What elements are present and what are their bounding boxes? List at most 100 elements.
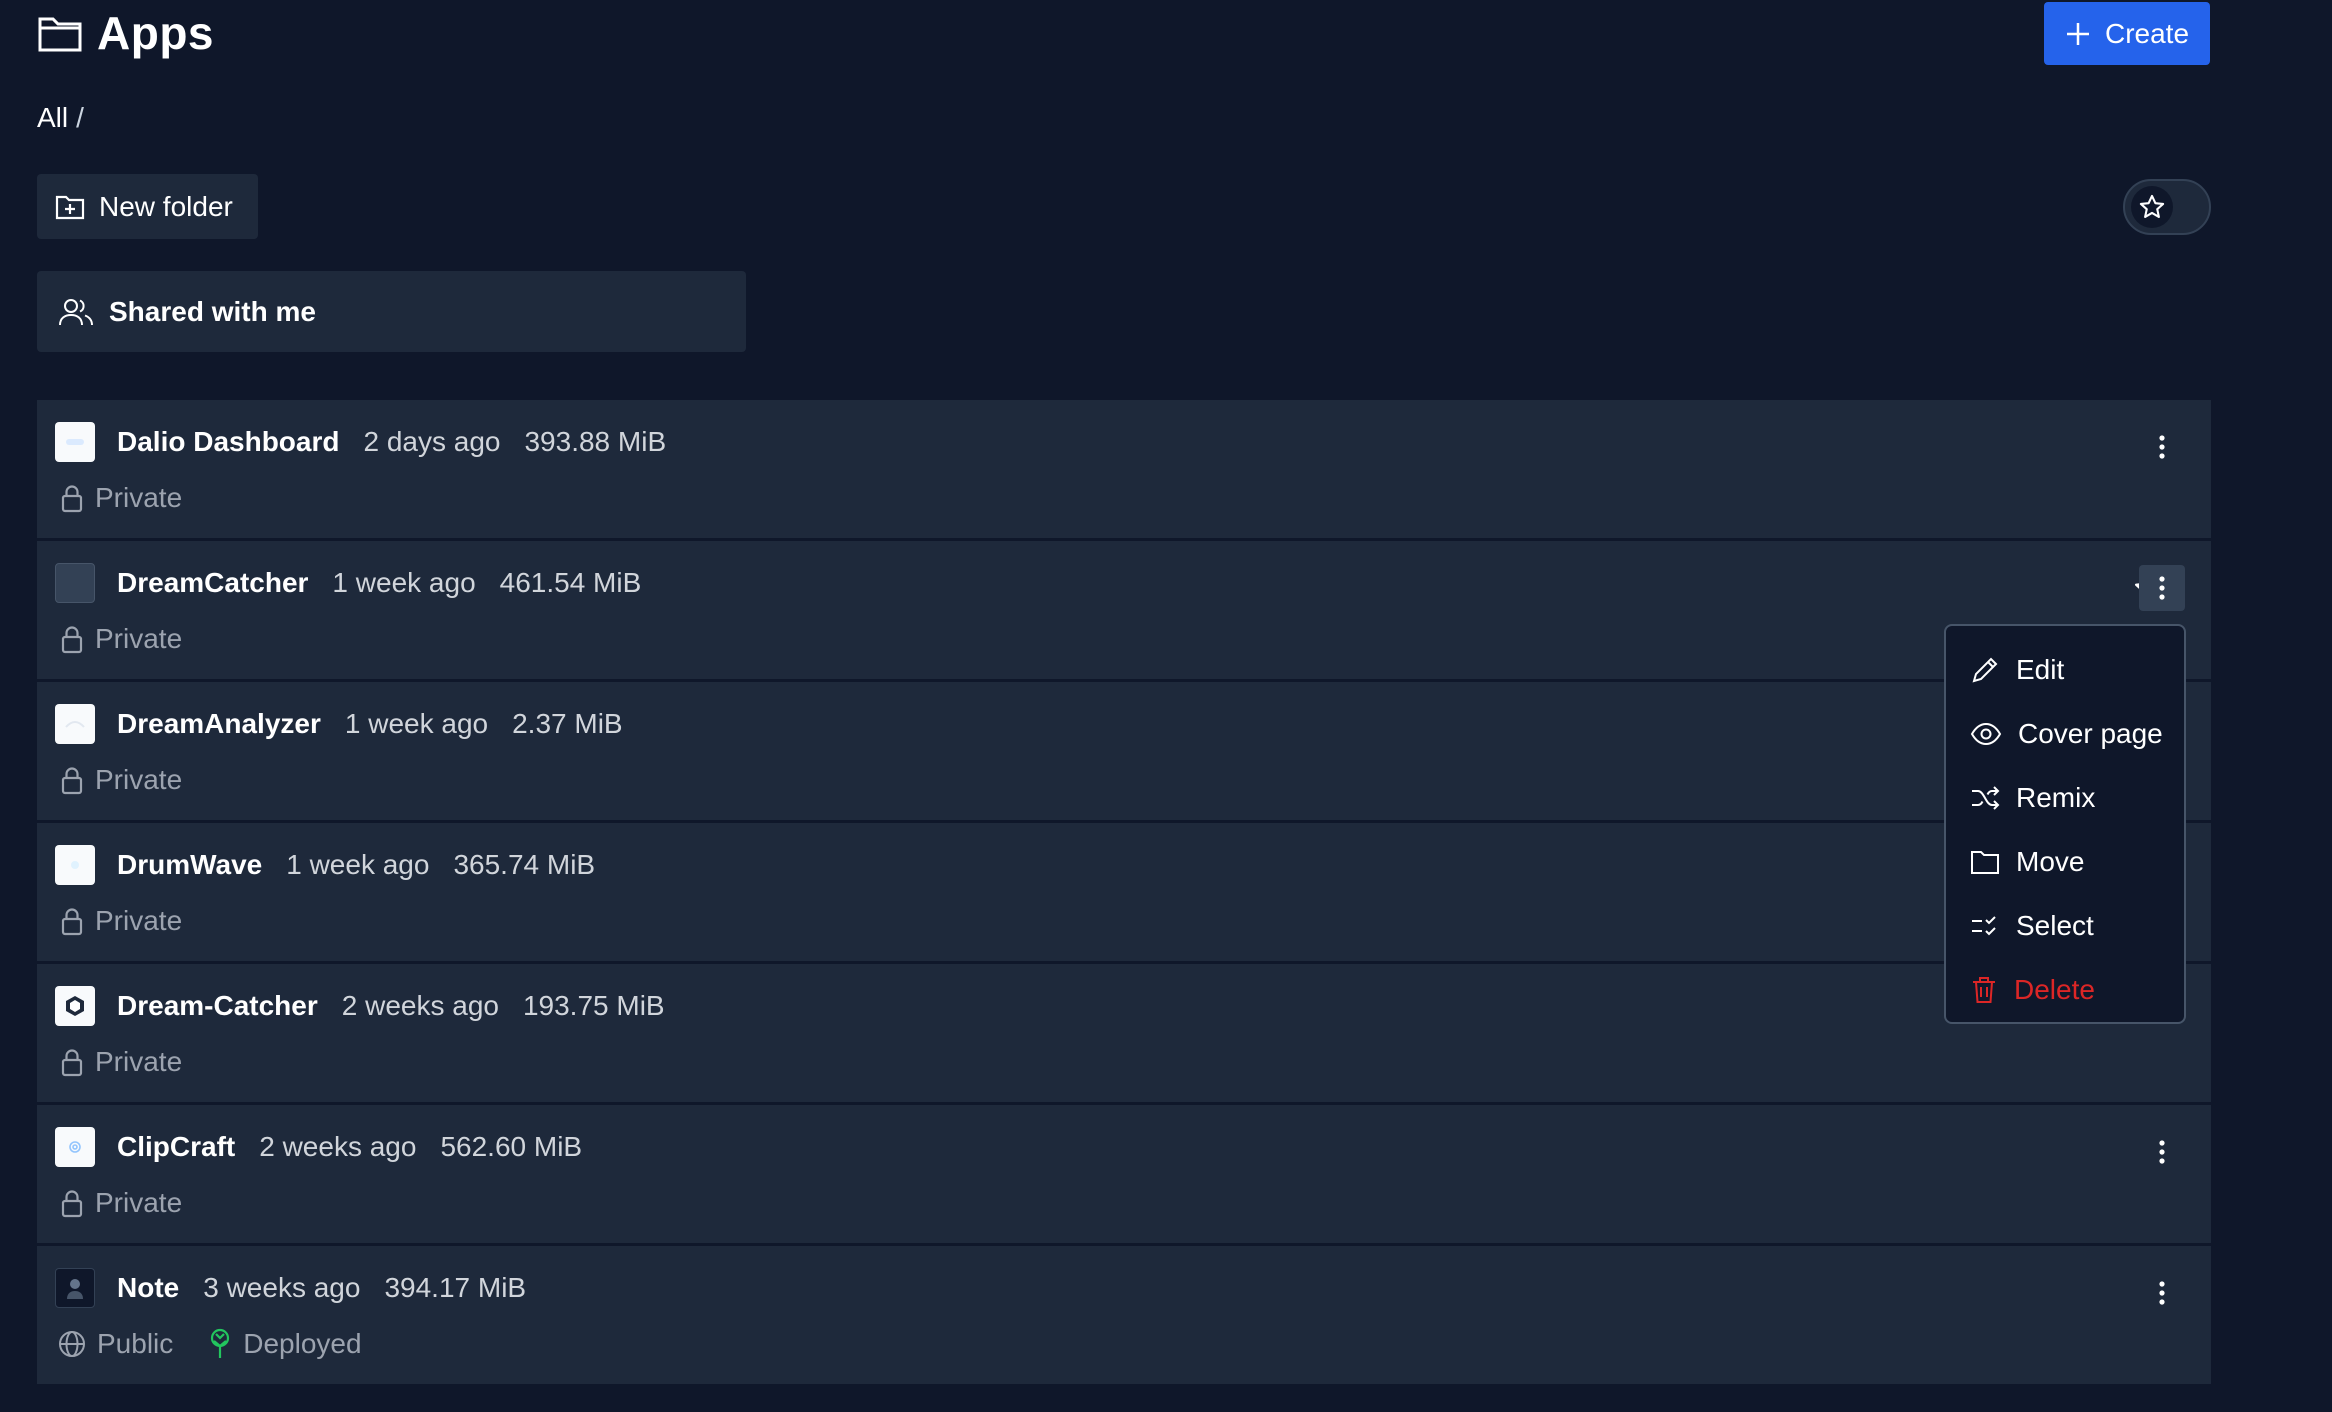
app-row[interactable]: ClipCraft 2 weeks ago 562.60 MiB Private: [37, 1105, 2211, 1246]
menu-item-label: Move: [2016, 846, 2085, 877]
visibility-label: Private: [95, 764, 183, 795]
app-size: 2.37 MiB: [512, 708, 623, 739]
app-row[interactable]: DreamAnalyzer 1 week ago 2.37 MiB Privat…: [37, 682, 2211, 823]
app-row-header: ClipCraft 2 weeks ago 562.60 MiB: [55, 1127, 582, 1167]
menu-item-cover-page[interactable]: Cover page: [1946, 702, 2184, 766]
app-size: 394.17 MiB: [384, 1272, 527, 1303]
app-size: 193.75 MiB: [522, 990, 665, 1021]
list-check-icon: [1970, 911, 2000, 941]
lock-icon: [59, 483, 85, 513]
app-visibility: Private: [59, 1046, 182, 1078]
app-row-header: Note 3 weeks ago 394.17 MiB: [55, 1268, 526, 1308]
visibility-label: Private: [95, 482, 183, 513]
visibility-label: Private: [95, 1046, 183, 1077]
app-thumbnail: [55, 422, 95, 462]
visibility-label: Private: [95, 623, 183, 654]
folder-icon: [1970, 848, 2000, 876]
app-updated: 1 week ago: [286, 849, 430, 880]
app-updated: 2 weeks ago: [341, 990, 499, 1021]
app-thumbnail: [55, 986, 95, 1026]
shared-with-me-label: Shared with me: [109, 295, 316, 327]
app-size: 365.74 MiB: [453, 849, 596, 880]
app-name[interactable]: DrumWave: [117, 849, 262, 881]
breadcrumb: All /: [37, 102, 84, 134]
app-size: 393.88 MiB: [524, 426, 667, 457]
menu-item-label: Select: [2016, 910, 2094, 941]
lock-icon: [59, 765, 85, 795]
app-name[interactable]: ClipCraft: [117, 1131, 235, 1163]
app-updated: 2 days ago: [363, 426, 501, 457]
trash-icon: [1970, 975, 1998, 1005]
app-size: 562.60 MiB: [440, 1131, 583, 1162]
app-thumbnail: [55, 845, 95, 885]
app-name[interactable]: Dream-Catcher: [117, 990, 318, 1022]
app-row-header: Dream-Catcher 2 weeks ago 193.75 MiB: [55, 986, 665, 1026]
menu-item-edit[interactable]: Edit: [1946, 638, 2184, 702]
app-context-menu: Edit Cover page Remix Move Select Delete: [1944, 624, 2186, 1024]
create-button[interactable]: Create: [2044, 2, 2210, 65]
app-updated: 2 weeks ago: [259, 1131, 417, 1162]
menu-item-label: Cover page: [2018, 718, 2163, 749]
app-thumbnail: [55, 1268, 95, 1308]
app-name[interactable]: Dalio Dashboard: [117, 426, 339, 458]
app-size: 461.54 MiB: [499, 567, 642, 598]
app-list: Dalio Dashboard 2 days ago 393.88 MiB Pr…: [37, 400, 2211, 1387]
lock-icon: [59, 906, 85, 936]
app-updated: 1 week ago: [344, 708, 489, 739]
breadcrumb-all[interactable]: All: [37, 102, 68, 134]
folder-plus-icon: [55, 193, 85, 221]
visibility-label: Private: [95, 1187, 183, 1218]
app-row[interactable]: DreamCatcher 1 week ago 461.54 MiB Priva…: [37, 541, 2211, 682]
app-name[interactable]: DreamAnalyzer: [117, 708, 321, 740]
app-thumbnail: [55, 563, 95, 603]
lock-icon: [59, 624, 85, 654]
deployed-label: Deployed: [243, 1328, 362, 1359]
menu-item-label: Remix: [2016, 782, 2096, 813]
favorites-toggle-knob: [2131, 186, 2173, 228]
app-visibility: Public Deployed: [57, 1328, 362, 1360]
app-row-header: DreamAnalyzer 1 week ago 2.37 MiB: [55, 704, 623, 744]
more-vertical-icon: [2158, 575, 2166, 601]
menu-item-label: Delete: [2014, 974, 2095, 1005]
globe-icon: [57, 1329, 87, 1359]
menu-item-remix[interactable]: Remix: [1946, 766, 2184, 830]
page-header: Apps: [37, 6, 214, 60]
menu-item-delete[interactable]: Delete: [1946, 958, 2184, 1022]
visibility-label: Public: [97, 1328, 174, 1359]
app-row-header: Dalio Dashboard 2 days ago 393.88 MiB: [55, 422, 666, 462]
app-menu-button[interactable]: [2139, 1129, 2185, 1175]
app-menu-button[interactable]: [2139, 424, 2185, 470]
app-updated: 3 weeks ago: [203, 1272, 361, 1303]
star-icon: [2138, 193, 2166, 221]
app-visibility: Private: [59, 764, 182, 796]
shared-with-me[interactable]: Shared with me: [37, 271, 746, 352]
more-vertical-icon: [2158, 434, 2166, 460]
favorites-toggle[interactable]: [2123, 179, 2211, 235]
app-menu-button[interactable]: [2139, 565, 2185, 611]
app-menu-button[interactable]: [2139, 1270, 2185, 1316]
app-row[interactable]: Note 3 weeks ago 394.17 MiB Public Deplo…: [37, 1246, 2211, 1387]
users-icon: [59, 297, 93, 327]
app-name[interactable]: Note: [117, 1272, 179, 1304]
app-row[interactable]: Dalio Dashboard 2 days ago 393.88 MiB Pr…: [37, 400, 2211, 541]
app-visibility: Private: [59, 905, 182, 937]
deployed-icon: [207, 1328, 233, 1360]
breadcrumb-separator: /: [76, 102, 84, 133]
new-folder-label: New folder: [99, 190, 233, 222]
app-name[interactable]: DreamCatcher: [117, 567, 308, 599]
app-row-header: DreamCatcher 1 week ago 461.54 MiB: [55, 563, 641, 603]
lock-icon: [59, 1188, 85, 1218]
page-title: Apps: [97, 7, 214, 59]
app-row[interactable]: DrumWave 1 week ago 365.74 MiB Private: [37, 823, 2211, 964]
lock-icon: [59, 1047, 85, 1077]
menu-item-select[interactable]: Select: [1946, 894, 2184, 958]
more-vertical-icon: [2158, 1139, 2166, 1165]
new-folder-button[interactable]: New folder: [37, 174, 258, 239]
app-row[interactable]: Dream-Catcher 2 weeks ago 193.75 MiB Pri…: [37, 964, 2211, 1105]
app-updated: 1 week ago: [332, 567, 476, 598]
menu-item-move[interactable]: Move: [1946, 830, 2184, 894]
plus-icon: [2065, 21, 2091, 47]
visibility-label: Private: [95, 905, 183, 936]
pencil-icon: [1970, 655, 2000, 685]
menu-item-label: Edit: [2016, 654, 2065, 685]
